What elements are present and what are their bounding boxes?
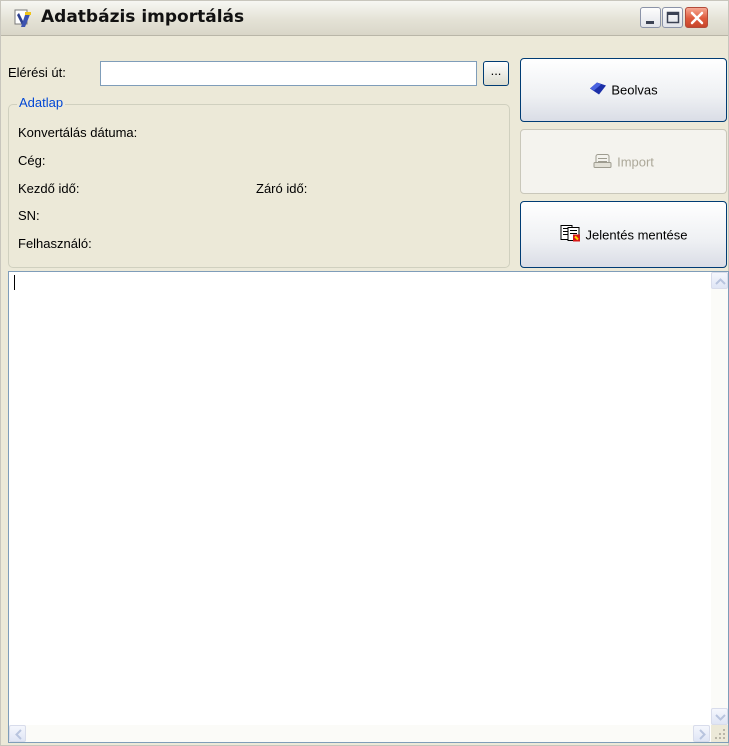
import-document-icon xyxy=(593,152,613,171)
save-report-button-label: Jelentés mentése xyxy=(585,227,688,242)
scroll-down-button[interactable] xyxy=(711,708,728,725)
chevron-down-icon xyxy=(715,714,726,721)
scroll-right-button[interactable] xyxy=(693,725,710,742)
path-label: Elérési út: xyxy=(8,65,66,80)
log-textarea[interactable] xyxy=(8,271,729,743)
minimize-icon xyxy=(646,21,654,24)
scroll-up-button[interactable] xyxy=(711,272,728,289)
sn-label: SN: xyxy=(18,208,40,223)
browse-button[interactable]: ... xyxy=(483,61,509,86)
minimize-button[interactable] xyxy=(640,7,661,28)
save-report-icon xyxy=(560,224,582,245)
resize-grip-icon[interactable] xyxy=(711,725,728,742)
start-time-label: Kezdő idő: xyxy=(18,181,80,196)
blue-diamond-icon xyxy=(589,82,607,99)
text-caret xyxy=(14,275,15,290)
chevron-right-icon xyxy=(699,729,706,740)
save-report-button[interactable]: Jelentés mentése xyxy=(520,201,727,268)
close-icon xyxy=(690,11,704,25)
path-input[interactable] xyxy=(100,61,477,86)
conversion-date-label: Konvertálás dátuma: xyxy=(18,125,138,140)
import-window: Adatbázis importálás Elérési út: ... Ada… xyxy=(0,0,729,746)
scroll-left-button[interactable] xyxy=(9,725,26,742)
app-icon xyxy=(13,9,35,29)
import-button[interactable]: Import xyxy=(520,129,727,194)
read-button-label: Beolvas xyxy=(611,82,658,98)
vertical-scrollbar[interactable] xyxy=(711,272,728,725)
chevron-up-icon xyxy=(715,278,726,285)
chevron-left-icon xyxy=(15,729,22,740)
window-title: Adatbázis importálás xyxy=(41,7,245,27)
maximize-button[interactable] xyxy=(662,7,683,28)
horizontal-scrollbar[interactable] xyxy=(9,725,710,742)
maximize-icon xyxy=(666,11,680,24)
end-time-label: Záró idő: xyxy=(256,181,308,196)
close-button[interactable] xyxy=(685,7,708,28)
user-label: Felhasználó: xyxy=(18,236,92,251)
read-button[interactable]: Beolvas xyxy=(520,58,727,122)
import-button-label: Import xyxy=(617,154,654,169)
datasheet-legend: Adatlap xyxy=(17,95,66,110)
company-label: Cég: xyxy=(18,153,46,168)
title-bar[interactable]: Adatbázis importálás xyxy=(1,1,728,36)
